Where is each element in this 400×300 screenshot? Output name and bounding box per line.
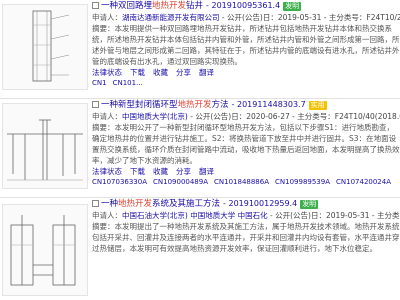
patent-result-2: 一种新型封闭循环型地热开发方法 - 201911448303.7 实用 申请人：中国… (0, 99, 400, 198)
patent-result-3: 一种地热开发系统及其施工方法 - 201910012959.4 发明 申请人：中国石… (0, 198, 400, 300)
favorite-link[interactable]: 收藏 (153, 68, 168, 77)
select-checkbox[interactable] (92, 200, 99, 207)
action-links: 法律状态 下载 收藏 分享 翻译 (92, 67, 400, 78)
abstract-text: 摘要：本发明提出了一种地热开发系统及其施工方法，属于地热开发技术领域。地热开发系… (92, 222, 400, 253)
patent-title-link[interactable]: 一种双回路埋地热开发钻井 (101, 1, 203, 11)
applicant-link[interactable]: 湖南达通新能源开发有限公司 (122, 13, 220, 22)
patent-type-badge: 发明 (300, 200, 319, 209)
share-link[interactable]: 分享 (176, 68, 191, 77)
patent-type-badge: 发明 (283, 2, 302, 11)
patent-title-link[interactable]: 一种新型封闭循环型地热开发方法 (101, 100, 229, 110)
patent-title-link[interactable]: 一种地热开发系统及其施工方法 (101, 199, 220, 209)
publication-number[interactable]: - 201911448303.7 (232, 100, 306, 109)
select-checkbox[interactable] (92, 2, 99, 9)
patent-drawing-thumbnail[interactable] (2, 4, 88, 90)
abstract-text: 摘要：本发明公开了一种新型封闭循环型地热开发方法，包括以下步骤S1：进行地质勘查… (92, 123, 400, 165)
favorite-link[interactable]: 收藏 (153, 167, 168, 176)
abstract-text: 摘要：本发明提供一种双回路埋地热开发钻井，所述钻井包括地热开发钻井本体和热交换系… (92, 24, 400, 66)
patent-type-badge: 实用 (308, 101, 327, 110)
patent-drawing-thumbnail[interactable] (2, 103, 88, 189)
patent-result-1: 一种双回路埋地热开发钻井 - 201910095361.4 发明 申请人：湖南达通新… (0, 0, 400, 99)
reference-links: CN1 CN101... (92, 79, 143, 87)
applicant-link[interactable]: 中国石油大学(北京) 中国地质大学 中国石化 (122, 211, 268, 220)
legal-status-link[interactable]: 法律状态 (92, 68, 122, 77)
select-checkbox[interactable] (92, 101, 99, 108)
publication-number[interactable]: - 201910012959.4 (223, 199, 297, 208)
translate-link[interactable]: 翻译 (199, 167, 214, 176)
share-link[interactable]: 分享 (176, 167, 191, 176)
download-link[interactable]: 下载 (130, 167, 145, 176)
action-links: 法律状态 下载 收藏 分享 翻译 (92, 166, 400, 177)
legal-status-link[interactable]: 法律状态 (92, 167, 122, 176)
download-link[interactable]: 下载 (130, 68, 145, 77)
applicant-link[interactable]: 中国地质大学(北京) (122, 112, 188, 121)
translate-link[interactable]: 翻译 (199, 68, 214, 77)
patent-drawing-thumbnail[interactable] (2, 204, 88, 296)
reference-links: CN107036330A CN109000489A CN101848886A CN10… (92, 178, 391, 186)
publication-number[interactable]: - 201910095361.4 (206, 1, 280, 10)
